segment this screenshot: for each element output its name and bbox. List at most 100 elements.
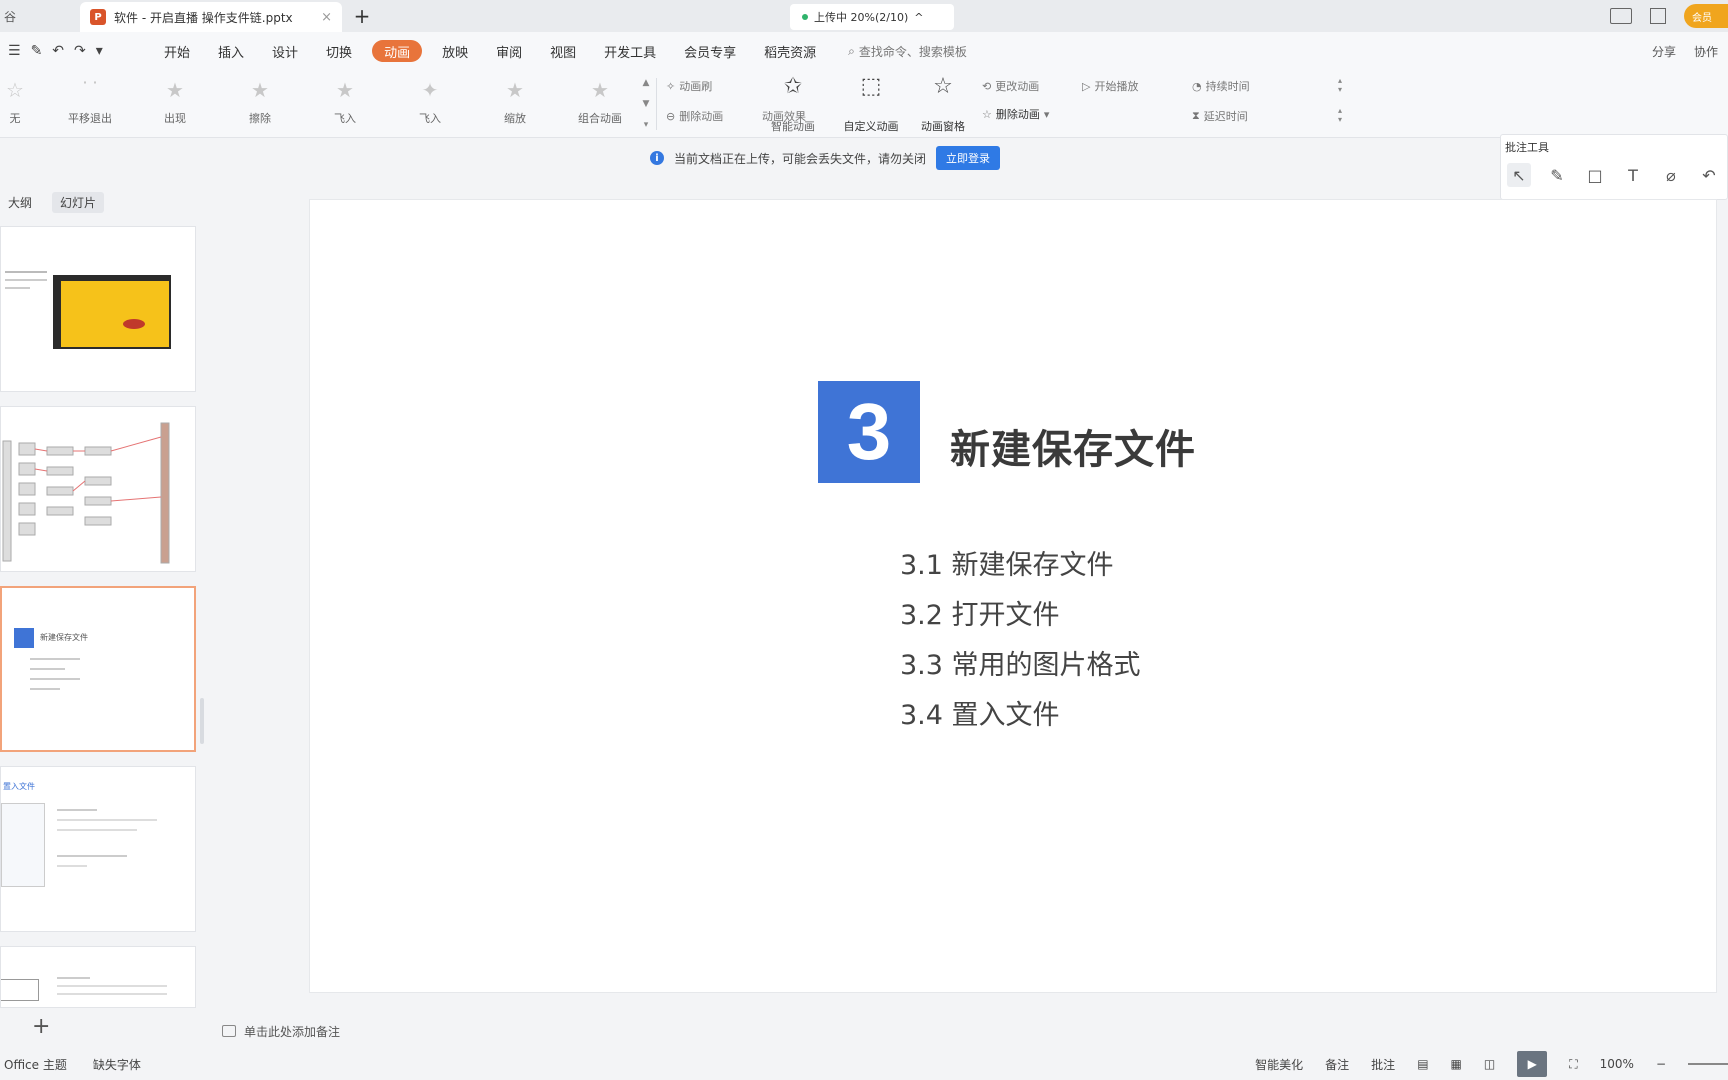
menu-tab-view[interactable]: 视图 bbox=[536, 40, 590, 62]
upload-status-pill[interactable]: 上传中 20%(2/10) ^ bbox=[790, 4, 954, 30]
thumbnails-scrollbar[interactable] bbox=[200, 698, 204, 744]
undo-icon[interactable]: ↶ bbox=[1697, 163, 1721, 187]
document-tab[interactable]: P 软件 - 开启直播 操作支件链.pptx × bbox=[80, 2, 342, 32]
menu-tab-insert[interactable]: 插入 bbox=[204, 40, 258, 62]
home-tab-stub[interactable]: 谷 bbox=[0, 0, 80, 32]
undo-icon[interactable]: ↶ bbox=[52, 43, 64, 59]
menu-right-actions: 分享 协作 bbox=[1652, 32, 1718, 70]
menu-tab-transition[interactable]: 切换 bbox=[312, 40, 366, 62]
annotation-tools-row: ↖ ✎ □ T ⌀ ↶ bbox=[1507, 163, 1721, 187]
effect-combo[interactable]: ★ 组合动画 bbox=[565, 76, 635, 132]
menu-tabs: 开始 插入 设计 切换 动画 放映 审阅 视图 开发工具 会员专享 稻壳资源 bbox=[150, 40, 830, 62]
comments-toggle-button[interactable]: 批注 bbox=[1371, 1056, 1395, 1073]
missing-fonts-button[interactable]: 缺失字体 bbox=[93, 1056, 141, 1073]
slide-canvas[interactable]: 3 新建保存文件 3.1 新建保存文件 3.2 打开文件 3.3 常用的图片格式… bbox=[310, 200, 1716, 992]
animation-painter-button[interactable]: ✧ 动画刷 bbox=[666, 78, 712, 94]
delay-control[interactable]: ⧗ 延迟时间 bbox=[1192, 108, 1248, 124]
delay-spinner[interactable]: ▴ ▾ bbox=[1338, 106, 1348, 124]
edit-icon[interactable]: ✎ bbox=[31, 43, 43, 59]
notes-toggle-button[interactable]: 备注 bbox=[1325, 1056, 1349, 1073]
menu-tab-member[interactable]: 会员专享 bbox=[670, 40, 750, 62]
delete-animation-small-button[interactable]: ⊖ 删除动画 bbox=[666, 108, 723, 124]
slide-list-item[interactable]: 3.2 打开文件 bbox=[900, 593, 1060, 632]
share-button[interactable]: 分享 bbox=[1652, 43, 1676, 60]
chevron-down-icon[interactable]: ▼ bbox=[643, 99, 650, 109]
status-right: 智能美化 备注 批注 ▤ ▦ ◫ ▶ ⛶ 100% − bbox=[1255, 1048, 1728, 1080]
duration-control[interactable]: ◔ 持续时间 bbox=[1192, 78, 1250, 94]
menu-tab-resources[interactable]: 稻壳资源 bbox=[750, 40, 830, 62]
fit-window-icon[interactable]: ⛶ bbox=[1569, 1057, 1577, 1072]
thumb-title: 置入文件 bbox=[3, 782, 35, 791]
animation-pane-button[interactable]: ☆ 动画窗格 bbox=[908, 74, 978, 134]
start-play-button[interactable]: ▷ 开始播放 bbox=[1082, 78, 1138, 94]
rectangle-icon[interactable]: □ bbox=[1583, 163, 1607, 187]
slide-list-item[interactable]: 3.3 常用的图片格式 bbox=[900, 643, 1141, 682]
slide-list-item[interactable]: 3.4 置入文件 bbox=[900, 693, 1060, 732]
slide-thumbnail-4[interactable]: 置入文件 bbox=[0, 766, 196, 932]
command-search[interactable]: ⌕ 查找命令、搜索模板 bbox=[848, 43, 967, 60]
menu-tab-design[interactable]: 设计 bbox=[258, 40, 312, 62]
window-layout-icon[interactable] bbox=[1610, 8, 1632, 24]
zoom-level[interactable]: 100% bbox=[1600, 1057, 1634, 1071]
slide-list-item[interactable]: 3.1 新建保存文件 bbox=[900, 543, 1114, 582]
collaborate-button[interactable]: 协作 bbox=[1694, 43, 1718, 60]
more-icon[interactable]: ▾ bbox=[644, 120, 649, 130]
slide-thumbnail-2[interactable] bbox=[0, 406, 196, 572]
pen-icon[interactable]: ✎ bbox=[1545, 163, 1569, 187]
member-button[interactable]: 会员 bbox=[1684, 4, 1728, 28]
remove-animation-button[interactable]: ☆ 删除动画 ▾ bbox=[982, 106, 1049, 122]
section-number-box: 3 bbox=[818, 381, 920, 483]
add-slide-icon[interactable]: + bbox=[32, 1014, 50, 1039]
tab-slides[interactable]: 幻灯片 bbox=[52, 192, 105, 213]
effect-none[interactable]: ☆ 无 bbox=[0, 76, 50, 132]
custom-animation-button[interactable]: ⬚ 自定义动画 bbox=[836, 74, 906, 134]
zoom-slider[interactable] bbox=[1688, 1063, 1728, 1065]
duration-spinner[interactable]: ▴ ▾ bbox=[1338, 76, 1348, 94]
login-now-button[interactable]: 立即登录 bbox=[936, 146, 1001, 170]
zoom-out-icon[interactable]: − bbox=[1656, 1057, 1666, 1071]
eraser-icon[interactable]: ⌀ bbox=[1659, 163, 1683, 187]
chevron-down-icon[interactable]: ▾ bbox=[96, 43, 103, 59]
slide-thumbnail-3[interactable]: 新建保存文件 bbox=[0, 586, 196, 752]
chevron-up-icon[interactable]: ^ bbox=[914, 11, 923, 24]
file-menu-icon[interactable]: ☰ bbox=[8, 43, 21, 59]
effect-wipe[interactable]: ★ 擦除 bbox=[225, 76, 295, 132]
slide-title[interactable]: 新建保存文件 bbox=[950, 417, 1196, 475]
menu-tab-developer[interactable]: 开发工具 bbox=[590, 40, 670, 62]
theme-name[interactable]: Office 主题 bbox=[4, 1056, 67, 1073]
normal-view-icon[interactable]: ▤ bbox=[1417, 1057, 1428, 1071]
menu-tab-slideshow[interactable]: 放映 bbox=[428, 40, 482, 62]
slide-thumbnail-5[interactable] bbox=[0, 946, 196, 1008]
text-icon[interactable]: T bbox=[1621, 163, 1645, 187]
annotation-tools-panel: 批注工具 ↖ ✎ □ T ⌀ ↶ bbox=[1500, 134, 1728, 200]
grid-view-icon[interactable]: ▦ bbox=[1451, 1057, 1462, 1071]
redo-icon[interactable]: ↷ bbox=[74, 43, 86, 59]
tab-outline[interactable]: 大纲 bbox=[0, 192, 40, 213]
upload-status-text: 上传中 20%(2/10) bbox=[814, 11, 909, 24]
notes-bar[interactable]: 单击此处添加备注 bbox=[214, 1014, 1716, 1048]
smart-animation-button[interactable]: ✩ 智能动画 bbox=[758, 74, 828, 134]
effect-fly-in-2[interactable]: ✦ 飞入 bbox=[395, 76, 465, 132]
effects-scroller[interactable]: ▲ ▼ ▾ bbox=[640, 78, 652, 130]
play-slideshow-button[interactable]: ▶ bbox=[1517, 1051, 1548, 1077]
menu-tab-review[interactable]: 审阅 bbox=[482, 40, 536, 62]
quick-access-toolbar: ☰ ✎ ↶ ↷ ▾ bbox=[0, 43, 150, 59]
effect-pan-exit[interactable]: ˙˙ 平移退出 bbox=[55, 76, 125, 132]
star-icon: ˙˙ bbox=[80, 78, 100, 102]
chevron-up-icon[interactable]: ▲ bbox=[643, 78, 650, 88]
notice-text: 当前文档正在上传，可能会丢失文件，请勿关闭 bbox=[674, 151, 927, 166]
reading-view-icon[interactable]: ◫ bbox=[1484, 1057, 1495, 1071]
menu-tab-animation[interactable]: 动画 bbox=[372, 40, 423, 62]
apps-grid-icon[interactable] bbox=[1650, 8, 1666, 24]
effect-appear[interactable]: ★ 出现 bbox=[140, 76, 210, 132]
smart-beautify-button[interactable]: 智能美化 bbox=[1255, 1056, 1303, 1073]
thumb-text-lines bbox=[57, 809, 157, 867]
menu-tab-home[interactable]: 开始 bbox=[150, 40, 204, 62]
effect-fly-in-1[interactable]: ★ 飞入 bbox=[310, 76, 380, 132]
new-tab-button[interactable]: + bbox=[342, 0, 382, 32]
close-tab-icon[interactable]: × bbox=[321, 10, 332, 25]
arrow-pointer-icon[interactable]: ↖ bbox=[1507, 163, 1531, 187]
effect-zoom[interactable]: ★ 缩放 bbox=[480, 76, 550, 132]
change-animation-button[interactable]: ⟲ 更改动画 bbox=[982, 78, 1039, 94]
slide-thumbnail-1[interactable] bbox=[0, 226, 196, 392]
